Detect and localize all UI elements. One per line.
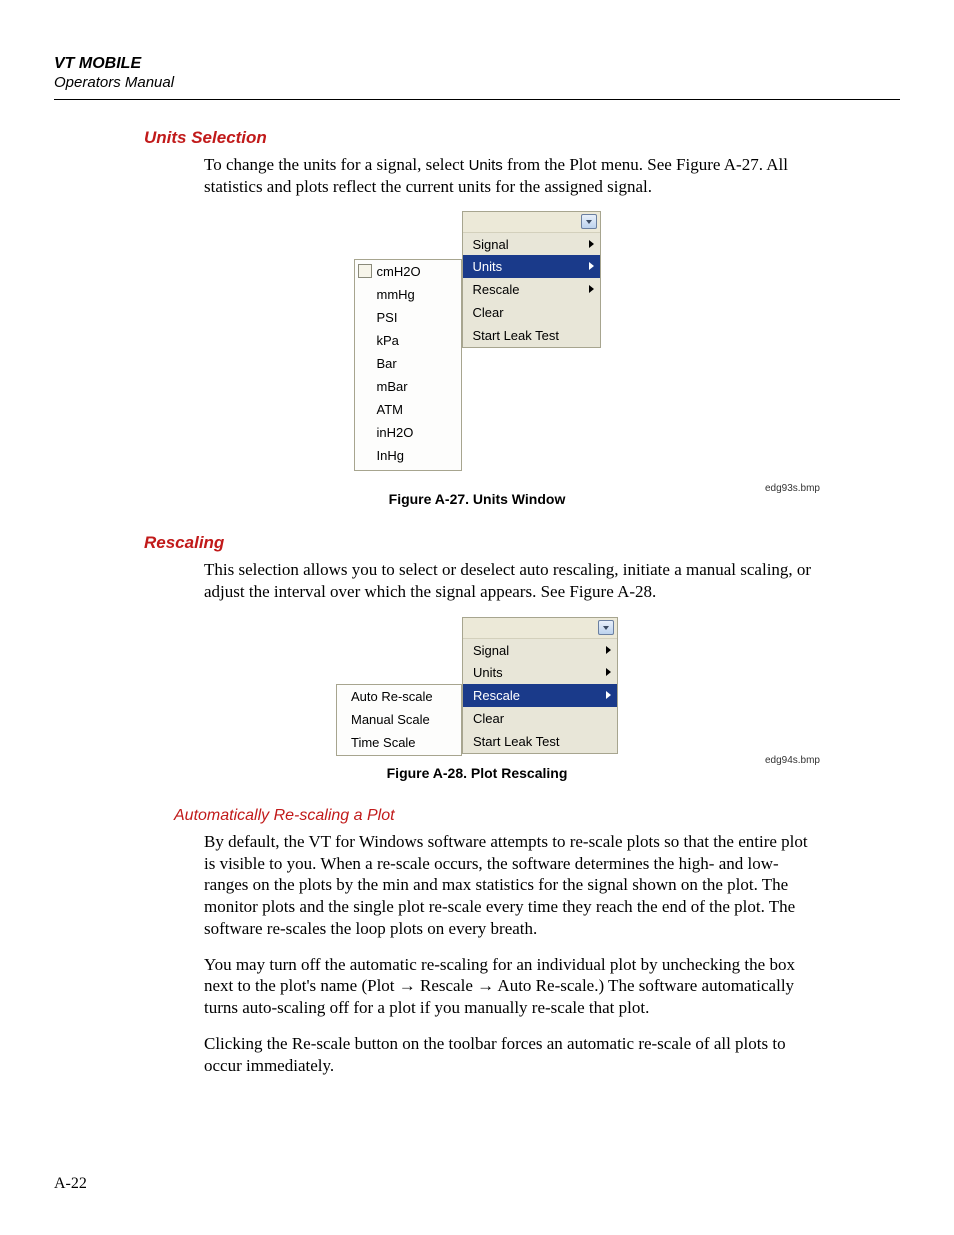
menu-item-start-leak-test[interactable]: Start Leak Test xyxy=(463,730,617,753)
menu-item-units[interactable]: Units xyxy=(463,661,617,684)
unit-item-atm[interactable]: ATM xyxy=(355,398,461,421)
para-units-sans: Units xyxy=(469,157,503,174)
header-product: VT MOBILE xyxy=(54,54,900,74)
rescale-item-manual[interactable]: Manual Scale xyxy=(337,708,461,731)
dropdown-icon[interactable] xyxy=(598,620,614,635)
page-number: A-22 xyxy=(54,1175,87,1193)
menu-label: Units xyxy=(473,665,503,680)
unit-item-mmhg[interactable]: mmHg xyxy=(355,283,461,306)
unit-item-psi[interactable]: PSI xyxy=(355,306,461,329)
unit-item-cmh2o[interactable]: cmH2O xyxy=(355,260,461,283)
rescale-label: Manual Scale xyxy=(351,712,430,727)
fig28-dropdown-header xyxy=(463,618,617,638)
menu-item-clear[interactable]: Clear xyxy=(463,301,600,324)
fig27-left-panel: cmH2O mmHg PSI kPa Bar mBar ATM inH2O In… xyxy=(354,259,462,471)
unit-label: Bar xyxy=(377,356,397,371)
para-rescaling: This selection allows you to select or d… xyxy=(204,559,820,603)
unit-label: ATM xyxy=(377,402,403,417)
check-icon xyxy=(358,264,372,278)
menu-item-rescale[interactable]: Rescale xyxy=(463,684,617,707)
submenu-arrow-icon xyxy=(589,262,594,270)
fig28-left-panel: Auto Re-scale Manual Scale Time Scale xyxy=(336,684,462,756)
fig27-right-panel: Signal Units Rescale Clear Start Leak Te… xyxy=(462,211,601,348)
menu-label: Clear xyxy=(473,711,504,726)
heading-auto-rescale: Automatically Re-scaling a Plot xyxy=(174,807,900,825)
page: VT MOBILE Operators Manual Units Selecti… xyxy=(0,0,954,1235)
rescale-label: Time Scale xyxy=(351,735,416,750)
fig28-screenshot: Signal Units Rescale Clear Start Leak Te… xyxy=(336,617,618,759)
spacer xyxy=(54,507,900,533)
page-header: VT MOBILE Operators Manual xyxy=(54,54,900,93)
dropdown-icon[interactable] xyxy=(581,214,597,229)
para-auto-rescale-3: Clicking the Re-scale button on the tool… xyxy=(204,1033,820,1077)
menu-label: Rescale xyxy=(473,282,520,297)
menu-label: Signal xyxy=(473,643,509,658)
rescale-item-auto[interactable]: Auto Re-scale xyxy=(337,685,461,708)
menu-label: Start Leak Test xyxy=(473,734,559,749)
submenu-arrow-icon xyxy=(606,668,611,676)
arrow-icon: → xyxy=(399,976,416,995)
menu-label: Signal xyxy=(473,237,509,252)
fig27-image-filename: edg93s.bmp xyxy=(765,483,820,494)
unit-item-kpa[interactable]: kPa xyxy=(355,329,461,352)
submenu-arrow-icon xyxy=(606,691,611,699)
heading-units-selection: Units Selection xyxy=(144,128,900,148)
para-units-selection: To change the units for a signal, select… xyxy=(204,154,820,198)
unit-label: PSI xyxy=(377,310,398,325)
unit-item-inhg[interactable]: InHg xyxy=(355,444,461,467)
menu-label: Start Leak Test xyxy=(473,328,559,343)
menu-label: Clear xyxy=(473,305,504,320)
header-subtitle: Operators Manual xyxy=(54,74,900,93)
submenu-arrow-icon xyxy=(589,285,594,293)
arrow-icon: → xyxy=(477,976,494,995)
unit-label: mBar xyxy=(377,379,408,394)
fig28-image-filename: edg94s.bmp xyxy=(765,755,820,766)
fig28-caption: Figure A-28. Plot Rescaling xyxy=(54,765,900,781)
unit-label: inH2O xyxy=(377,425,414,440)
menu-item-clear[interactable]: Clear xyxy=(463,707,617,730)
para-auto-rescale-1: By default, the VT for Windows software … xyxy=(204,831,820,940)
header-rule xyxy=(54,99,900,100)
menu-label: Rescale xyxy=(473,688,520,703)
para-units-pre: To change the units for a signal, select xyxy=(204,155,469,174)
menu-item-start-leak-test[interactable]: Start Leak Test xyxy=(463,324,600,347)
fig27-screenshot: Signal Units Rescale Clear Start Leak Te… xyxy=(354,211,601,485)
fig28-right-panel: Signal Units Rescale Clear Start Leak Te… xyxy=(462,617,618,754)
menu-item-signal[interactable]: Signal xyxy=(463,232,600,255)
figure-a27: Signal Units Rescale Clear Start Leak Te… xyxy=(54,211,900,507)
unit-item-mbar[interactable]: mBar xyxy=(355,375,461,398)
menu-item-signal[interactable]: Signal xyxy=(463,638,617,661)
menu-item-rescale[interactable]: Rescale xyxy=(463,278,600,301)
rescale-label: Auto Re-scale xyxy=(351,689,433,704)
unit-item-inh2o[interactable]: inH2O xyxy=(355,421,461,444)
submenu-arrow-icon xyxy=(589,240,594,248)
menu-item-units[interactable]: Units xyxy=(463,255,600,278)
unit-label: InHg xyxy=(377,448,404,463)
rescale-item-time[interactable]: Time Scale xyxy=(337,731,461,754)
submenu-arrow-icon xyxy=(606,646,611,654)
fig27-dropdown-header xyxy=(463,212,600,232)
para2-b: Rescale xyxy=(416,976,477,995)
menu-label: Units xyxy=(473,259,503,274)
unit-label: cmH2O xyxy=(377,264,421,279)
heading-rescaling: Rescaling xyxy=(144,533,900,553)
unit-label: kPa xyxy=(377,333,399,348)
spacer xyxy=(54,781,900,807)
para-auto-rescale-2: You may turn off the automatic re-scalin… xyxy=(204,954,820,1019)
figure-a28: Signal Units Rescale Clear Start Leak Te… xyxy=(54,617,900,781)
unit-item-bar[interactable]: Bar xyxy=(355,352,461,375)
unit-label: mmHg xyxy=(377,287,415,302)
